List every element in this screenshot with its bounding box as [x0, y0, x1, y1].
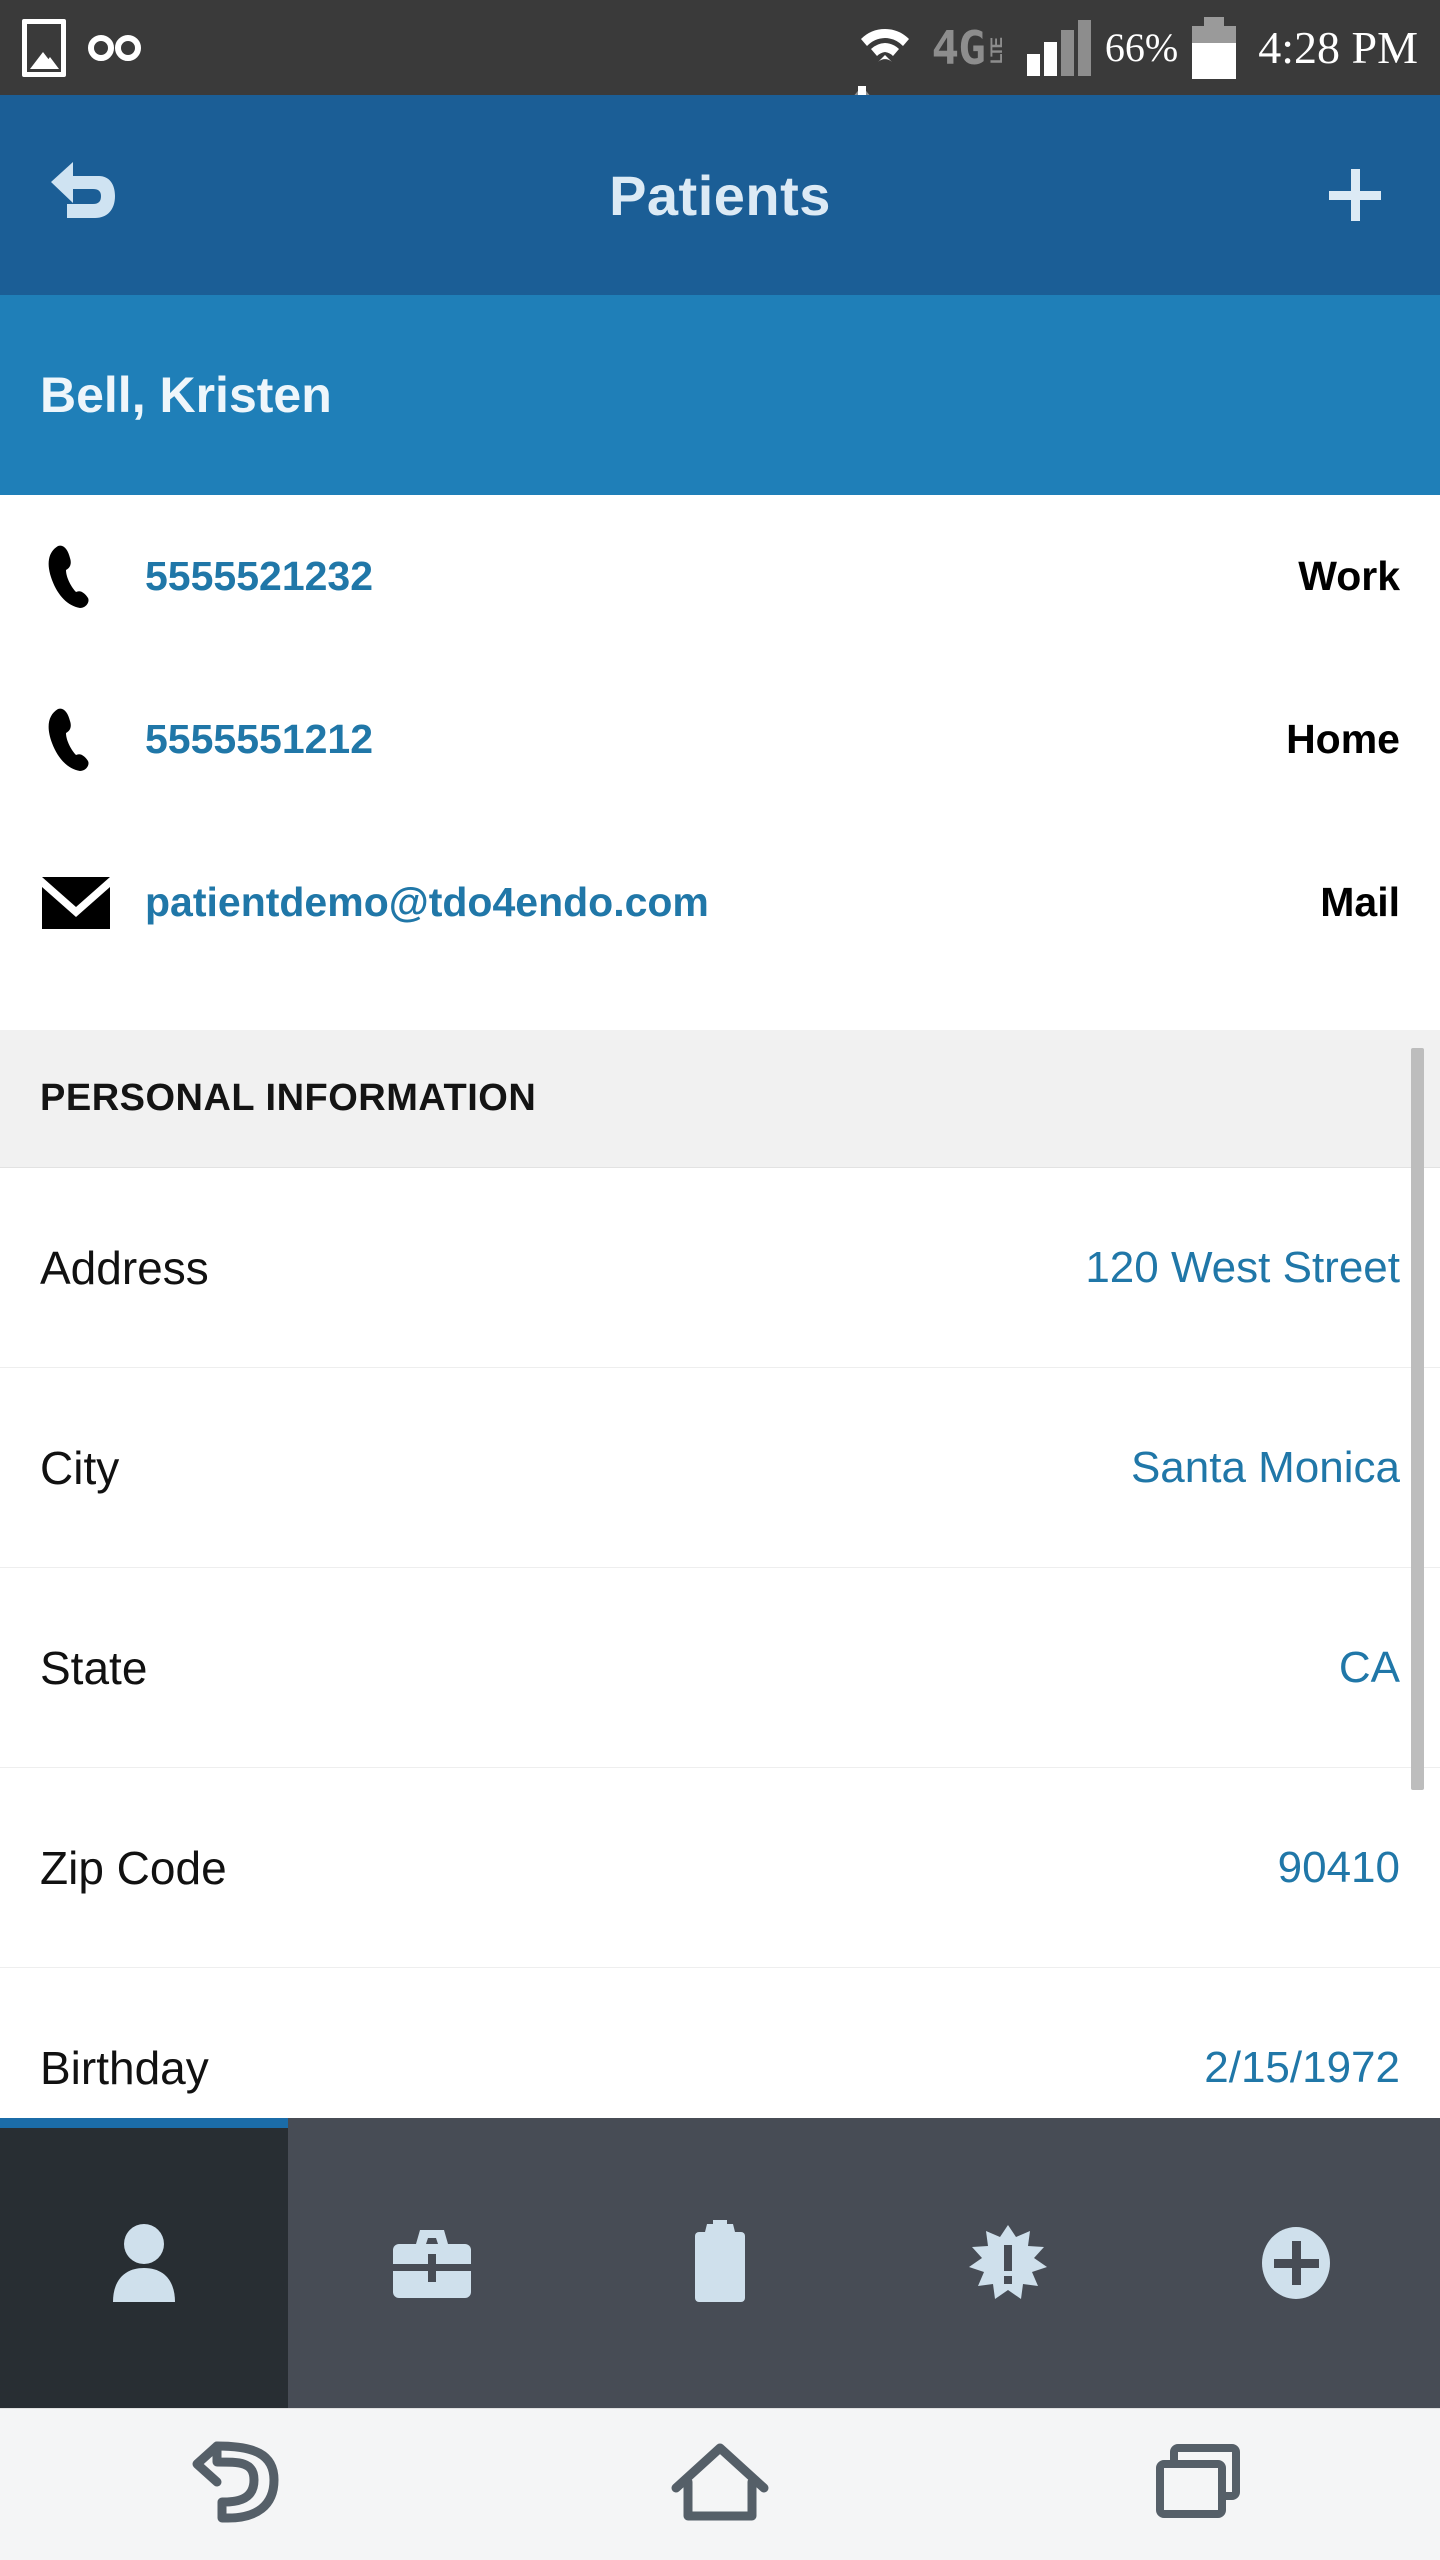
bottom-tab-bar [0, 2118, 1440, 2408]
contact-type-label: Work [1298, 553, 1400, 599]
info-label: State [40, 1641, 148, 1694]
page-title: Patients [609, 163, 831, 227]
tab-chart[interactable] [576, 2118, 864, 2408]
section-title: PERSONAL INFORMATION [40, 1077, 537, 1119]
plus-icon [1329, 169, 1381, 221]
android-nav-bar [0, 2408, 1440, 2560]
nav-home-icon [670, 2442, 770, 2527]
info-row-state[interactable]: State CA [0, 1568, 1440, 1768]
cell-signal-icon [1026, 19, 1091, 76]
medical-briefcase-icon [389, 2224, 475, 2302]
voicemail-icon [88, 34, 141, 61]
network-type-label: 4G LTE [931, 20, 1006, 75]
nav-back-icon [192, 2440, 288, 2529]
contact-type-label: Home [1286, 716, 1400, 762]
info-label: Address [40, 1241, 209, 1294]
personal-information-list: Address 120 West Street City Santa Monic… [0, 1168, 1440, 2168]
wifi-icon [851, 19, 918, 114]
clipboard-icon [689, 2220, 751, 2306]
info-value: Santa Monica [1130, 1442, 1400, 1492]
info-row-zip-code[interactable]: Zip Code 90410 [0, 1768, 1440, 1968]
contact-type-label: Mail [1320, 879, 1400, 925]
contact-value: patientdemo@tdo4endo.com [145, 879, 709, 925]
section-header-personal-information: PERSONAL INFORMATION [0, 1030, 1440, 1168]
nav-home-button[interactable] [480, 2442, 960, 2527]
app-bar: Patients [0, 95, 1440, 295]
patient-name-banner[interactable]: Bell, Kristen [0, 295, 1440, 495]
info-label: Zip Code [40, 1841, 227, 1894]
info-value: 90410 [1277, 1842, 1400, 1892]
info-row-city[interactable]: City Santa Monica [0, 1368, 1440, 1568]
plus-circle-icon [1260, 2224, 1332, 2302]
contact-value: 5555521232 [145, 553, 374, 599]
vertical-scrollbar[interactable] [1411, 1048, 1424, 1790]
status-bar-left [0, 18, 852, 77]
tab-alerts[interactable] [864, 2118, 1152, 2408]
alert-burst-icon [968, 2223, 1048, 2303]
battery-percent-label: 66% [1104, 25, 1179, 70]
status-bar-right: 4G LTE 66% 4:28 PM [851, 16, 1440, 114]
tab-add[interactable] [1152, 2118, 1440, 2408]
info-label: City [40, 1441, 120, 1494]
tab-practice[interactable] [288, 2118, 576, 2408]
info-value: 2/15/1972 [1204, 2042, 1400, 2092]
battery-icon [1192, 16, 1237, 79]
phone-icon [40, 542, 145, 612]
contact-value: 5555551212 [145, 716, 374, 762]
back-button[interactable] [0, 158, 170, 233]
info-value: 120 West Street [1085, 1242, 1400, 1292]
status-bar: 4G LTE 66% 4:28 PM [0, 0, 1440, 114]
back-arrow-icon [47, 158, 123, 233]
patient-name-label: Bell, Kristen [40, 367, 332, 423]
phone-screen: 4G LTE 66% 4:28 PM Patients Bell, Kriste… [0, 0, 1440, 2560]
contact-list: 5555521232 Work 5555551212 Home patientd… [0, 495, 1440, 1030]
network-type-text: 4G [931, 20, 986, 75]
nav-recents-icon [1152, 2442, 1248, 2527]
info-value: CA [1338, 1642, 1400, 1692]
photo-icon [22, 18, 66, 77]
tab-patient[interactable] [0, 2118, 288, 2408]
contact-row-work-phone[interactable]: 5555521232 Work [0, 495, 1440, 658]
phone-icon [40, 705, 145, 775]
info-row-address[interactable]: Address 120 West Street [0, 1168, 1440, 1368]
add-patient-button[interactable] [1270, 169, 1440, 221]
network-suffix-text: LTE [986, 38, 1006, 64]
clock-label: 4:28 PM [1258, 22, 1418, 73]
nav-recents-button[interactable] [960, 2442, 1440, 2527]
mail-icon [40, 875, 145, 931]
nav-back-button[interactable] [0, 2440, 480, 2529]
contact-row-home-phone[interactable]: 5555551212 Home [0, 658, 1440, 821]
person-icon [107, 2220, 181, 2306]
contact-row-mail[interactable]: patientdemo@tdo4endo.com Mail [0, 821, 1440, 984]
info-label: Birthday [40, 2041, 209, 2094]
